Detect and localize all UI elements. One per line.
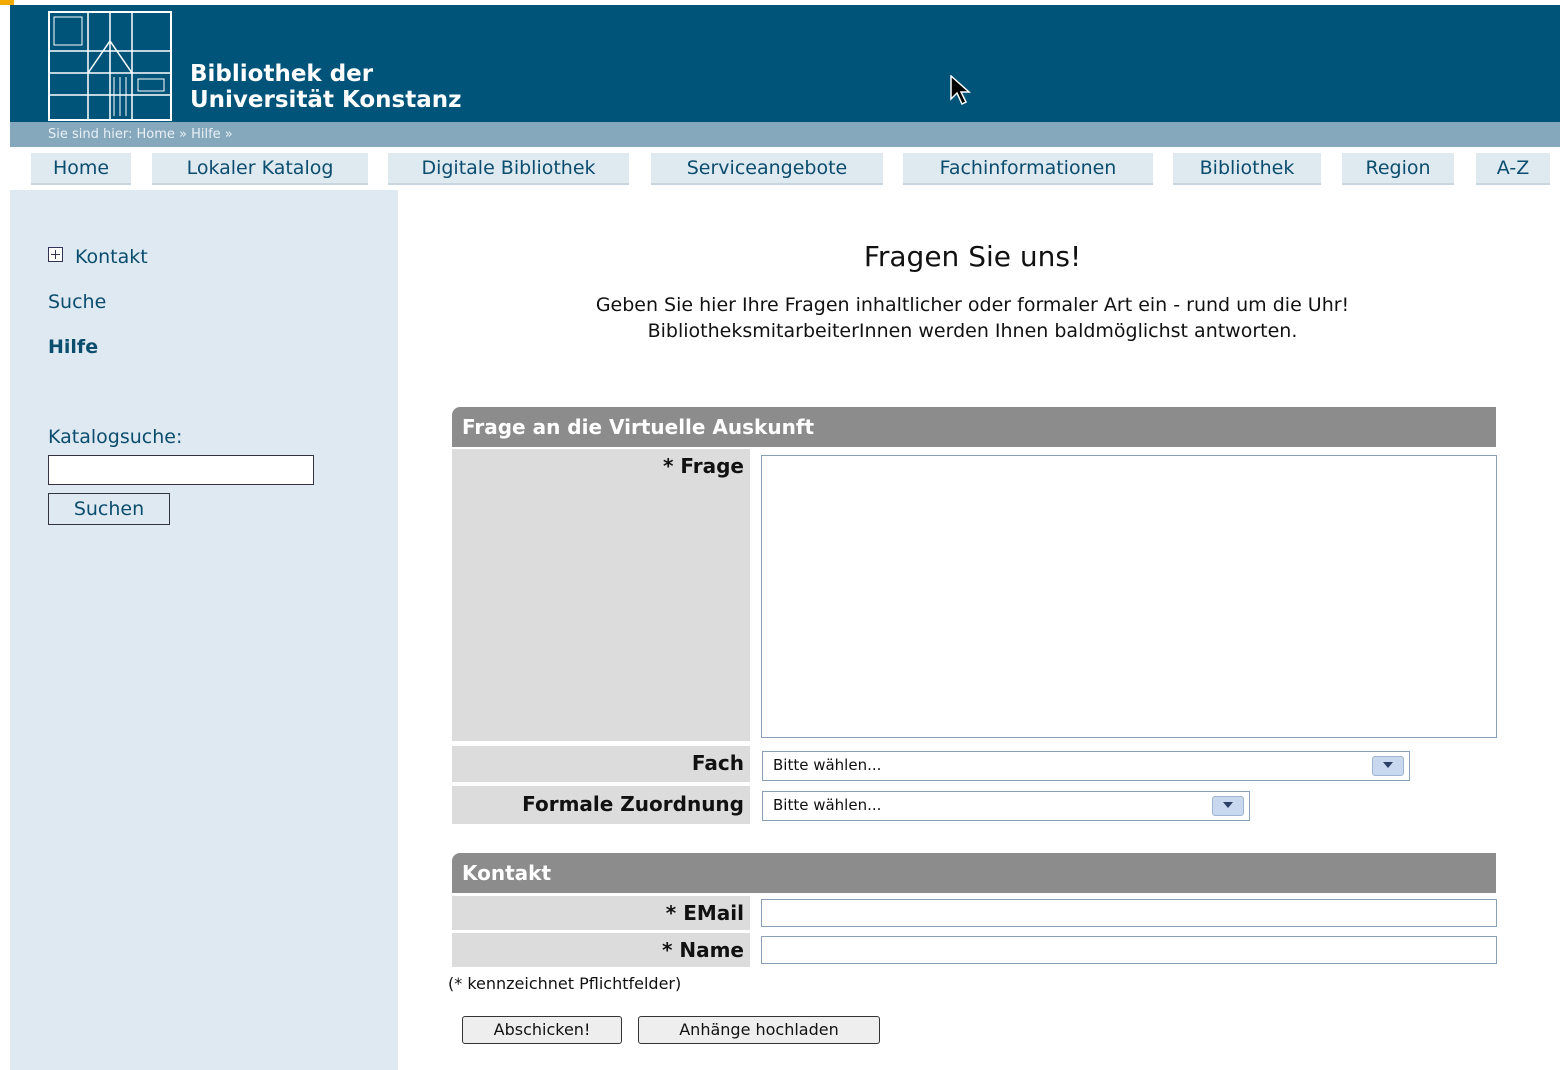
zuordnung-select[interactable]: Bitte wählen... xyxy=(762,791,1250,821)
catalog-search-label: Katalogsuche: xyxy=(48,426,183,448)
intro-line-1: Geben Sie hier Ihre Fragen inhaltlicher … xyxy=(595,294,1350,316)
required-note: (* kennzeichnet Pflichtfelder) xyxy=(448,974,682,993)
catalog-search-input[interactable] xyxy=(48,455,314,485)
catalog-search-button[interactable]: Suchen xyxy=(48,493,170,525)
tab-serviceangebote[interactable]: Serviceangebote xyxy=(651,153,883,185)
fach-label: Fach xyxy=(452,746,750,782)
frage-label: * Frage xyxy=(452,449,750,741)
university-logo-icon[interactable] xyxy=(48,11,172,121)
tab-digitale-bibliothek[interactable]: Digitale Bibliothek xyxy=(388,153,629,185)
sidebar-item-hilfe[interactable]: Hilfe xyxy=(48,336,98,358)
intro-text: Geben Sie hier Ihre Fragen inhaltlicher … xyxy=(400,292,1545,344)
section-title: Kontakt xyxy=(462,861,552,885)
fach-select-value: Bitte wählen... xyxy=(773,756,882,774)
tab-bibliothek[interactable]: Bibliothek xyxy=(1173,153,1321,185)
sidebar-item-label: Kontakt xyxy=(75,246,148,268)
sidebar-item-kontakt[interactable]: Kontakt xyxy=(48,246,148,268)
tab-home[interactable]: Home xyxy=(31,153,131,185)
chevron-down-icon[interactable] xyxy=(1372,756,1404,776)
email-field[interactable] xyxy=(761,899,1497,927)
tab-lokaler-katalog[interactable]: Lokaler Katalog xyxy=(152,153,368,185)
site-header: Bibliothek der Universität Konstanz xyxy=(10,5,1560,122)
name-label: * Name xyxy=(452,933,750,967)
main-nav: Home Lokaler Katalog Digitale Bibliothek… xyxy=(10,147,1560,190)
name-field[interactable] xyxy=(761,936,1497,964)
zuordnung-label: Formale Zuordnung xyxy=(452,786,750,824)
section-header-kontakt: Kontakt xyxy=(452,853,1496,893)
email-label: * EMail xyxy=(452,896,750,930)
mouse-cursor-icon xyxy=(950,75,971,106)
fach-select[interactable]: Bitte wählen... xyxy=(762,751,1410,781)
upload-attachments-button[interactable]: Anhänge hochladen xyxy=(638,1016,880,1044)
site-brand[interactable]: Bibliothek der Universität Konstanz xyxy=(190,61,462,113)
intro-line-2: BibliotheksmitarbeiterInnen werden Ihnen… xyxy=(647,320,1298,342)
breadcrumb-text: Sie sind hier: Home » Hilfe » xyxy=(48,127,233,142)
tab-a-z[interactable]: A-Z xyxy=(1476,153,1550,185)
frage-textarea[interactable] xyxy=(761,455,1497,738)
breadcrumb: Sie sind hier: Home » Hilfe » xyxy=(10,122,1560,147)
brand-line-1: Bibliothek der xyxy=(190,61,374,87)
zuordnung-select-value: Bitte wählen... xyxy=(773,796,882,814)
section-title: Frage an die Virtuelle Auskunft xyxy=(462,415,815,439)
sidebar-item-suche[interactable]: Suche xyxy=(48,291,106,313)
sidebar: Kontakt Suche Hilfe Katalogsuche: Suchen xyxy=(10,190,398,1070)
brand-line-2: Universität Konstanz xyxy=(190,87,462,113)
tab-fachinformationen[interactable]: Fachinformationen xyxy=(903,153,1153,185)
section-header-frage: Frage an die Virtuelle Auskunft xyxy=(452,407,1496,447)
chevron-down-icon[interactable] xyxy=(1212,796,1244,816)
expand-plus-icon[interactable] xyxy=(48,247,63,262)
submit-button[interactable]: Abschicken! xyxy=(462,1016,622,1044)
page-title: Fragen Sie uns! xyxy=(863,240,1082,273)
tab-region[interactable]: Region xyxy=(1342,153,1454,185)
